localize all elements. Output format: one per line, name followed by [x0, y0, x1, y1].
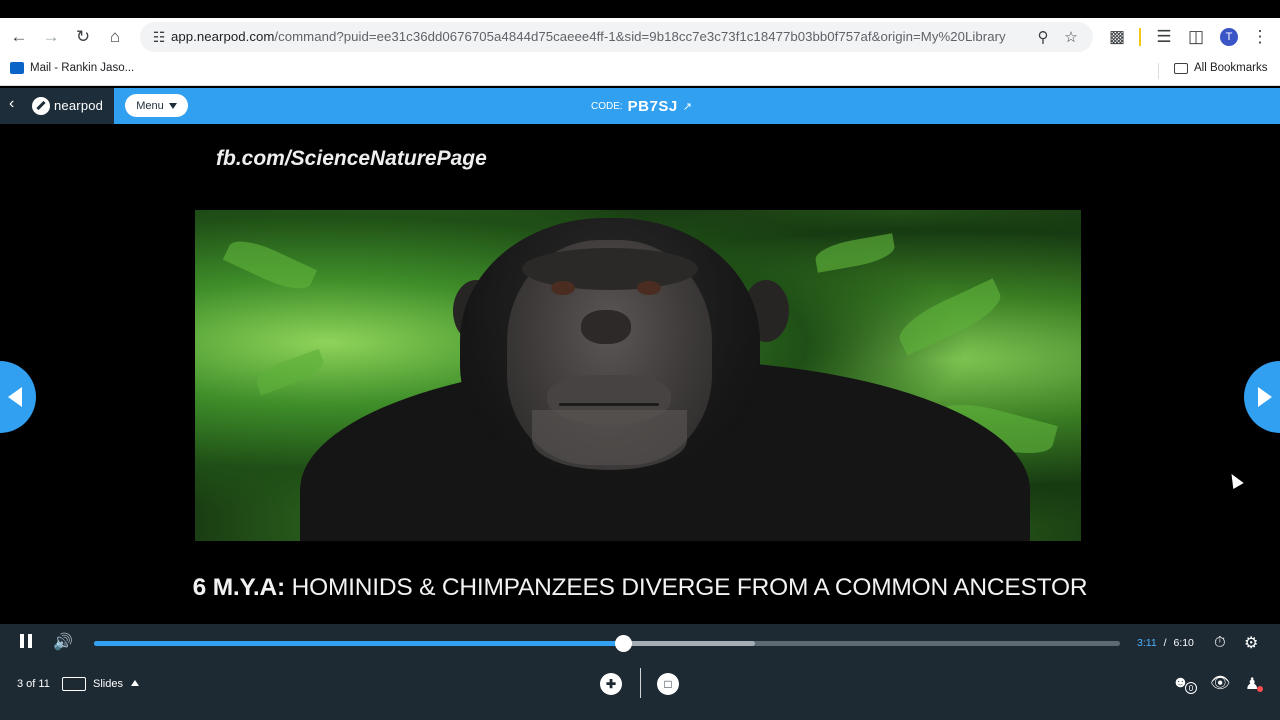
draw-board-icon: □ [664, 677, 672, 691]
nearpod-logo-area: ‹ nearpod [0, 88, 114, 124]
chimp-brow [522, 248, 698, 290]
teacher-bottom-bar: 3 of 11 Slides ✚ □ ☻ 0 👁 ♟ [0, 662, 1280, 720]
leaf-shape [813, 233, 897, 273]
leaf-shape [253, 348, 327, 396]
bookmarks-divider [1158, 63, 1159, 79]
browser-menu-icon[interactable]: ⋮ [1244, 21, 1276, 53]
bottom-bar-separator [640, 668, 641, 698]
slides-caret-icon [131, 680, 140, 686]
time-display: 3:11 / 6:10 [1137, 637, 1194, 649]
video-player-controls: 🔊 3:11 / 6:10 ⏱ ⚙ [0, 624, 1280, 662]
pause-icon[interactable] [20, 634, 32, 653]
menu-caret-icon [168, 102, 177, 109]
home-icon[interactable]: ⌂ [99, 21, 131, 53]
leaf-shape [222, 232, 318, 298]
chimp-lip-line [559, 403, 659, 406]
caption-date: 6 M.Y.A: [192, 574, 286, 601]
slide-counter: 3 of 11 [17, 678, 50, 690]
toolbar-divider [1139, 28, 1141, 46]
menu-button[interactable]: Menu [125, 94, 188, 117]
screen-top-border [0, 0, 1280, 18]
profile-initial: T [1225, 31, 1233, 43]
chimpanzee-image [195, 210, 1081, 541]
all-bookmarks[interactable]: All Bookmarks [1174, 62, 1268, 74]
external-link-icon: ↗ [682, 101, 692, 113]
video-watermark: fb.com/ScienceNaturePage [216, 147, 487, 170]
bookmark-mail-label: Mail - Rankin Jaso... [30, 62, 135, 74]
participants-count-badge: 0 [1185, 682, 1197, 694]
back-arrow-icon[interactable]: ← [3, 21, 35, 53]
bookmark-mail[interactable]: Mail - Rankin Jaso... [10, 62, 134, 74]
back-chevron-icon[interactable]: ‹ [9, 95, 14, 113]
next-slide-button[interactable] [1244, 361, 1280, 433]
slides-label: Slides [93, 678, 123, 690]
session-code[interactable]: CODE: PB7SJ ↗ [591, 98, 692, 115]
volume-icon[interactable]: 🔊 [53, 632, 73, 652]
duration: 6:10 [1173, 637, 1194, 649]
time-separator: / [1163, 637, 1167, 649]
previous-arrow-icon [8, 387, 22, 407]
video-stage[interactable]: fb.com/ScienceNaturePage 6 M.Y.A: HOMINI… [0, 124, 1280, 624]
extensions-icon[interactable]: ▩ [1101, 21, 1133, 53]
url-host: app.nearpod.com [171, 29, 275, 44]
caption-text: HOMINIDS & CHIMPANZEES DIVERGE FROM A CO… [285, 574, 1088, 601]
browser-toolbar: ← → ↻ ⌂ ☷ app.nearpod.com/command?puid=e… [0, 18, 1280, 56]
menu-label: Menu [136, 99, 164, 112]
profile-avatar[interactable]: T [1220, 28, 1238, 46]
slides-thumbnail-icon[interactable] [62, 677, 86, 691]
nearpod-brand: nearpod [54, 98, 104, 113]
side-panel-icon[interactable]: ◫ [1180, 21, 1212, 53]
slides-toggle[interactable]: Slides [93, 678, 140, 690]
chimp-eye-right [637, 281, 661, 295]
zoom-search-icon[interactable]: ⚲ [1030, 24, 1056, 50]
url-text[interactable]: app.nearpod.com/command?puid=ee31c36dd06… [171, 29, 1006, 44]
mouse-cursor-icon [1226, 470, 1244, 490]
nearpod-logo-icon [32, 97, 50, 115]
bookmark-star-icon[interactable]: ☆ [1058, 24, 1084, 50]
code-label: CODE: [591, 101, 623, 112]
progress-fill [94, 641, 624, 646]
next-arrow-icon [1258, 387, 1272, 407]
student-view-eye-icon[interactable]: 👁 [1210, 673, 1230, 693]
leaf-shape [892, 278, 1008, 356]
reload-icon[interactable]: ↻ [67, 21, 99, 53]
whiteboard-button[interactable]: □ [657, 673, 679, 695]
add-activity-button[interactable]: ✚ [600, 673, 622, 695]
progress-track[interactable] [94, 635, 1120, 652]
chimp-eye-left [551, 281, 575, 295]
progress-thumb[interactable] [615, 635, 633, 652]
current-time: 3:11 [1137, 637, 1157, 649]
timer-icon[interactable]: ⏱ [1214, 634, 1226, 651]
previous-slide-button[interactable] [0, 361, 36, 433]
url-path: /command?puid=ee31c36dd0676705a4844d75ca… [274, 29, 1006, 44]
media-controls-icon[interactable]: ☰ [1148, 21, 1180, 53]
settings-gear-icon[interactable]: ⚙ [1244, 633, 1258, 653]
folder-icon [1174, 62, 1188, 74]
outlook-icon [10, 62, 24, 74]
forward-arrow-icon[interactable]: → [35, 21, 67, 53]
address-bar[interactable]: ☷ app.nearpod.com/command?puid=ee31c36dd… [140, 22, 1093, 52]
notification-dot [1257, 686, 1263, 692]
nearpod-header: ‹ nearpod Menu CODE: PB7SJ ↗ [0, 88, 1280, 124]
slide-caption: 6 M.Y.A: HOMINIDS & CHIMPANZEES DIVERGE … [0, 574, 1280, 602]
all-bookmarks-label: All Bookmarks [1194, 62, 1268, 74]
bookmarks-bar: Mail - Rankin Jaso... All Bookmarks [0, 56, 1280, 86]
puzzle-icon: ✚ [605, 677, 617, 691]
chimp-beard [532, 410, 687, 470]
chimp-nose [581, 310, 631, 344]
code-value: PB7SJ [627, 98, 678, 115]
site-settings-icon[interactable]: ☷ [146, 24, 172, 50]
